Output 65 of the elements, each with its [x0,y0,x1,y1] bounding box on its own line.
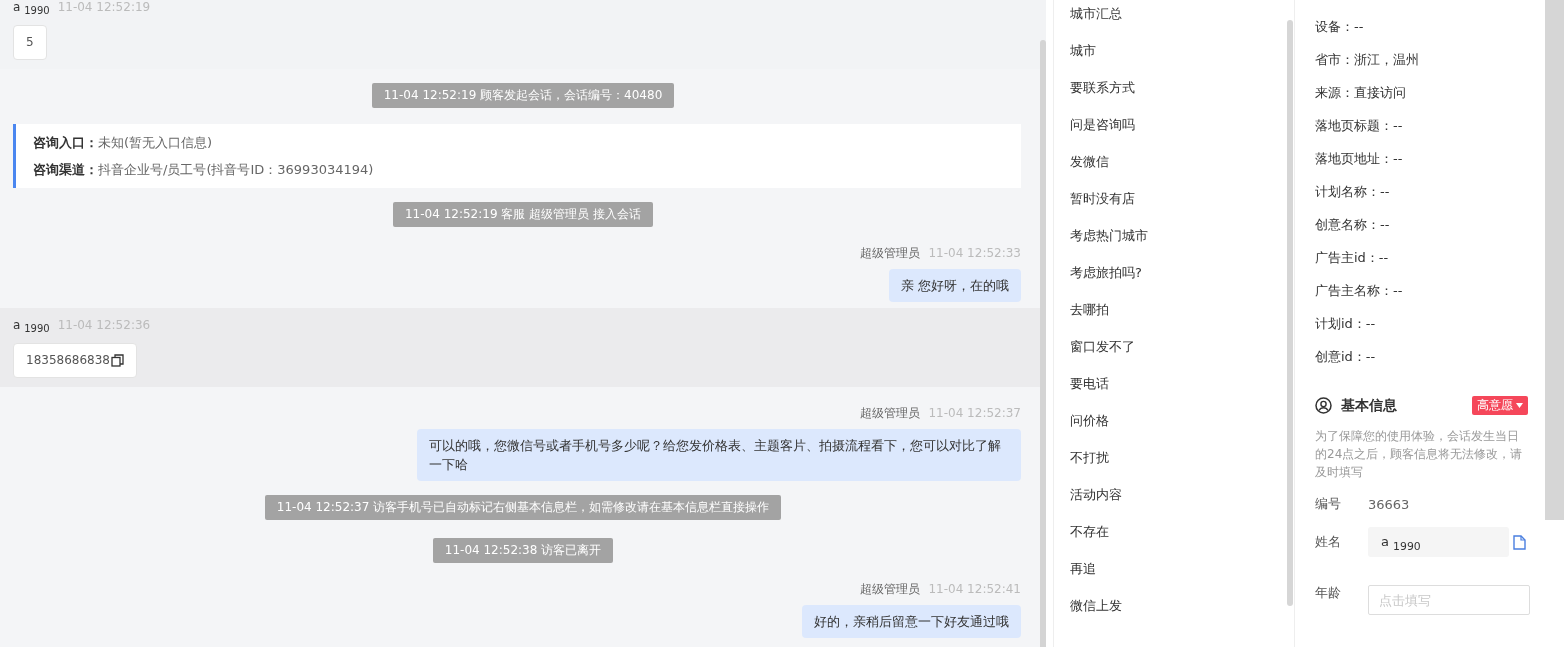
system-notice: 11-04 12:52:37 访客手机号已自动标记右侧基本信息栏，如需修改请在基本信息栏直接操作 [264,495,782,520]
quick-reply-item[interactable]: 微信上发 [1070,587,1122,624]
quick-reply-item[interactable]: 城市 [1070,32,1096,69]
sender-name: a $_{1990}$ [13,318,50,335]
quick-reply-item[interactable]: 要联系方式 [1070,69,1135,106]
quick-reply-item[interactable]: 不打扰 [1070,439,1109,476]
message-time: 11-04 12:52:33 [928,246,1021,260]
field-label: 编号 [1315,495,1342,513]
field-label: 年龄 [1315,584,1342,602]
system-notice: 11-04 12:52:19 客服 超级管理员 接入会话 [393,202,653,227]
quick-reply-item[interactable]: 去哪拍 [1070,291,1109,328]
message-bubble: 可以的哦，您微信号或者手机号多少呢？给您发价格表、主题客片、拍摄流程看下，您可以对比了解一下哈 [417,429,1021,481]
name-field[interactable]: a $_{1990}$ [1368,527,1509,557]
message-bubble: 亲 您好呀，在的哦 [888,269,1021,302]
quick-reply-item[interactable]: 再追 [1070,550,1096,587]
scrollbar[interactable] [1040,40,1046,647]
field-value: 36663 [1368,496,1410,512]
document-icon[interactable] [1513,534,1526,550]
message-bubble: 5 [13,25,47,60]
sender-name: 超级管理员 [860,581,921,598]
sender-name: a $_{1990}$ [13,0,50,17]
quick-reply-item[interactable]: 窗口发不了 [1070,328,1135,365]
detail-line: 设备：-- [1315,18,1365,36]
message-time: 11-04 12:52:41 [928,582,1021,596]
copy-icon[interactable] [111,354,124,367]
detail-line: 落地页标题：-- [1315,117,1404,135]
sender-name: 超级管理员 [860,245,921,262]
quick-reply-item[interactable]: 考虑热门城市 [1070,217,1148,254]
quick-reply-item[interactable]: 城市汇总 [1070,0,1122,32]
detail-line: 计划id：-- [1315,315,1377,333]
caret-icon [1516,403,1523,408]
detail-line: 省市：浙江，温州 [1315,51,1420,69]
message-time: 11-04 12:52:37 [928,406,1021,420]
notice-text: 为了保障您的使用体验，会话发生当日的24点之后，顾客信息将无法修改，请及时填写 [1315,428,1524,481]
quick-reply-item[interactable]: 要电话 [1070,365,1109,402]
system-notice: 11-04 12:52:19 顾客发起会话，会话编号：40480 [371,83,675,108]
quick-reply-item[interactable]: 活动内容 [1070,476,1122,513]
detail-line: 创意id：-- [1315,348,1377,366]
detail-line: 广告主名称：-- [1315,282,1404,300]
quick-reply-item[interactable]: 问价格 [1070,402,1109,439]
detail-line: 来源：直接访问 [1315,84,1407,102]
sender-name: 超级管理员 [860,405,921,422]
detail-line: 创意名称：-- [1315,216,1391,234]
quick-reply-item[interactable]: 考虑旅拍吗? [1070,254,1142,291]
info-value: 抖音企业号/员工号(抖音号ID：36993034194) [98,162,374,177]
detail-line: 计划名称：-- [1315,183,1391,201]
quick-reply-item[interactable]: 发微信 [1070,143,1109,180]
quick-reply-item[interactable]: 问是咨询吗 [1070,106,1135,143]
info-label: 咨询入口： [33,135,98,150]
detail-line: 落地页地址：-- [1315,150,1404,168]
message-bubble: 18358686838 [13,343,137,378]
quick-reply-item[interactable]: 不存在 [1070,513,1109,550]
info-value: 未知(暂无入口信息) [98,135,213,150]
section-title: 基本信息 [1341,396,1398,415]
detail-line: 广告主id：-- [1315,249,1390,267]
message-time: 11-04 12:52:19 [57,0,151,14]
scrollbar[interactable] [1545,0,1564,520]
system-notice: 11-04 12:52:38 访客已离开 [432,538,614,563]
quick-reply-item[interactable]: 暂时没有店 [1070,180,1135,217]
scrollbar[interactable] [1287,20,1293,606]
message-bubble: 好的，亲稍后留意一下好友通过哦 [802,605,1021,638]
user-circle-icon [1315,397,1332,414]
info-label: 咨询渠道： [33,162,98,177]
field-label: 姓名 [1315,533,1342,551]
intent-dropdown[interactable]: 高意愿 [1472,396,1528,415]
